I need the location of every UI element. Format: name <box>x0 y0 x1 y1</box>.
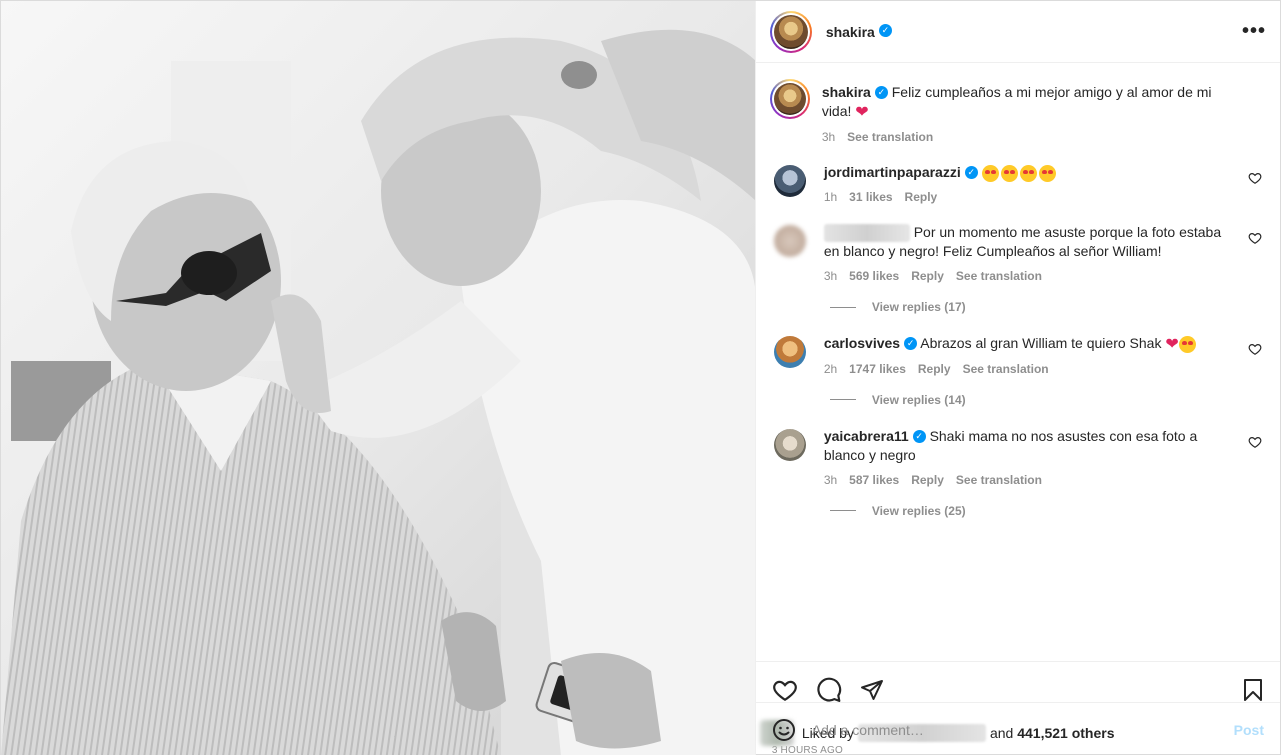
reply-button[interactable]: Reply <box>905 188 938 207</box>
see-translation-link[interactable]: See translation <box>963 360 1049 379</box>
comment-time: 1h <box>823 189 838 204</box>
verified-badge-icon: ✓ <box>874 85 888 99</box>
reply-button[interactable]: Reply <box>918 360 951 379</box>
comment-username[interactable]: jordimartinpaparazzi <box>824 164 961 180</box>
heart-eyes-emoji-icon <box>1178 335 1196 353</box>
verified-badge-icon: ✓ <box>878 24 892 37</box>
view-replies-button[interactable]: View replies (25) <box>829 504 1264 518</box>
like-comment-heart-icon[interactable] <box>1248 171 1262 185</box>
more-options-icon[interactable]: ••• <box>1242 20 1266 43</box>
avatar-image <box>773 14 808 49</box>
comments-list: shakira ✓ Feliz cumpleaños a mi mejor ami… <box>756 63 1280 661</box>
add-comment-bar: Add a comment… Post <box>755 702 1280 755</box>
comment-item: Por un momento me asuste porque la foto … <box>770 223 1264 286</box>
view-replies-label[interactable]: View replies (17) <box>872 300 966 314</box>
comment-likes[interactable]: 31 likes <box>849 188 892 207</box>
like-comment-heart-icon[interactable] <box>1248 342 1262 356</box>
comment-text: Abrazos al gran William te quiero Shak <box>920 335 1162 352</box>
caption: shakira ✓ Feliz cumpleaños a mi mejor ami… <box>769 79 1264 147</box>
see-translation-link[interactable]: See translation <box>847 128 933 147</box>
blurred-username <box>823 224 910 243</box>
view-replies-label[interactable]: View replies (14) <box>872 393 966 407</box>
caption-time: 3h <box>821 129 836 144</box>
comment-item: carlosvives ✓ Abrazos al gran William te … <box>770 334 1264 379</box>
verified-badge-icon: ✓ <box>964 165 978 179</box>
red-heart-emoji-icon: ❤ <box>855 103 869 121</box>
post-header: shakira ✓ ••• <box>755 1 1280 63</box>
comment-likes[interactable]: 1747 likes <box>849 360 906 379</box>
add-comment-input[interactable]: Add a comment… <box>812 722 1234 738</box>
comment-item: yaicabrera11 ✓ Shaki mama no nos asustes … <box>770 427 1264 490</box>
commenter-avatar[interactable] <box>773 336 806 369</box>
verified-badge-icon: ✓ <box>904 336 918 350</box>
view-replies-button[interactable]: View replies (14) <box>829 393 1264 407</box>
emoji-smiley-icon[interactable] <box>772 718 796 742</box>
verified-badge-icon: ✓ <box>912 429 926 443</box>
comment-likes[interactable]: 587 likes <box>849 471 899 490</box>
post-comment-button[interactable]: Post <box>1234 722 1264 738</box>
red-heart-emoji-icon: ❤ <box>1165 335 1179 353</box>
share-paper-plane-icon[interactable] <box>860 678 884 702</box>
like-comment-heart-icon[interactable] <box>1248 435 1262 449</box>
author-username[interactable]: shakira <box>826 24 875 40</box>
instagram-post-modal: shakira ✓ ••• shakira ✓ Feliz cumpleaños … <box>0 0 1281 755</box>
like-heart-icon[interactable] <box>772 677 798 703</box>
author-avatar[interactable] <box>769 10 812 53</box>
comment-username[interactable]: yaicabrera11 <box>824 428 909 444</box>
reply-button[interactable]: Reply <box>911 267 944 286</box>
see-translation-link[interactable]: See translation <box>956 267 1042 286</box>
photo-illustration <box>1 1 755 755</box>
comment-time: 3h <box>823 472 838 487</box>
comment-time: 3h <box>823 269 838 284</box>
avatar-image <box>773 83 806 115</box>
commenter-avatar[interactable] <box>773 164 806 197</box>
caption-username[interactable]: shakira <box>822 84 871 100</box>
commenter-avatar[interactable] <box>773 428 806 461</box>
see-translation-link[interactable]: See translation <box>956 471 1042 490</box>
heart-eyes-emoji-icon <box>981 164 1058 182</box>
view-replies-label[interactable]: View replies (25) <box>872 504 966 518</box>
commenter-avatar[interactable] <box>773 224 806 257</box>
reply-button[interactable]: Reply <box>911 471 944 490</box>
post-side-panel: shakira ✓ ••• shakira ✓ Feliz cumpleaños … <box>754 1 1280 755</box>
save-bookmark-icon[interactable] <box>1242 678 1264 702</box>
comment-likes[interactable]: 569 likes <box>849 267 899 286</box>
like-comment-heart-icon[interactable] <box>1248 231 1262 245</box>
comment-username[interactable]: carlosvives <box>824 335 900 351</box>
comment-item: jordimartinpaparazzi ✓ 1h 31 likes Reply <box>770 163 1264 207</box>
comment-time: 2h <box>823 361 838 376</box>
caption-avatar[interactable] <box>769 79 810 119</box>
comment-bubble-icon[interactable] <box>816 677 842 703</box>
post-photo[interactable] <box>1 1 755 755</box>
view-replies-button[interactable]: View replies (17) <box>829 300 1264 314</box>
